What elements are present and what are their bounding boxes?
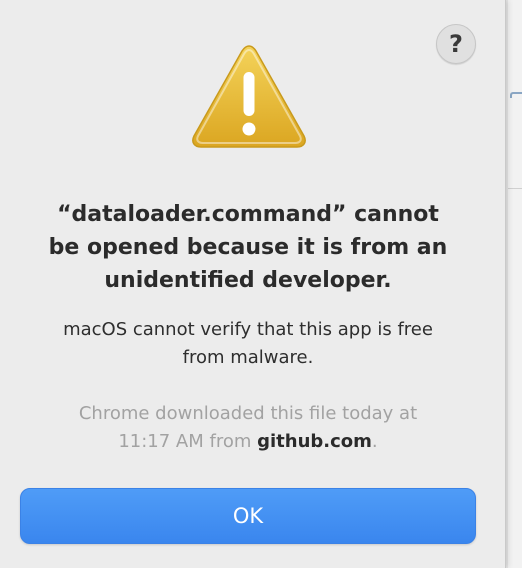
dialog-title-line-2: be opened because it is from an bbox=[48, 235, 448, 260]
download-info-period: . bbox=[371, 431, 378, 452]
dialog-message-line-1: macOS cannot verify that this app is fre… bbox=[63, 319, 433, 340]
dialog-message-line-2: from malware. bbox=[182, 347, 314, 368]
background-window-decoration bbox=[510, 92, 522, 98]
download-time-text: 11:17 AM from bbox=[118, 431, 258, 452]
background-window-divider bbox=[508, 188, 522, 189]
ok-button[interactable]: OK bbox=[20, 488, 476, 544]
dialog-title: “dataloader.command” cannot be opened be… bbox=[20, 198, 476, 297]
question-mark-icon: ? bbox=[449, 30, 463, 58]
download-info: Chrome downloaded this file today at 11:… bbox=[20, 400, 476, 456]
help-button[interactable]: ? bbox=[436, 24, 476, 64]
download-info-line-2: 11:17 AM from github.com. bbox=[20, 428, 476, 456]
download-source-domain: github.com bbox=[257, 431, 372, 452]
security-alert-dialog: ? “dataloader.command” cannot be opened … bbox=[0, 0, 506, 568]
download-info-line-1: Chrome downloaded this file today at bbox=[78, 403, 418, 424]
dialog-title-line-1: “dataloader.command” cannot bbox=[57, 202, 439, 227]
dialog-title-line-3: unidentified developer. bbox=[104, 268, 392, 293]
background-window-edge bbox=[508, 0, 522, 568]
warning-triangle-icon bbox=[192, 45, 306, 148]
dialog-message: macOS cannot verify that this app is fre… bbox=[20, 316, 476, 372]
